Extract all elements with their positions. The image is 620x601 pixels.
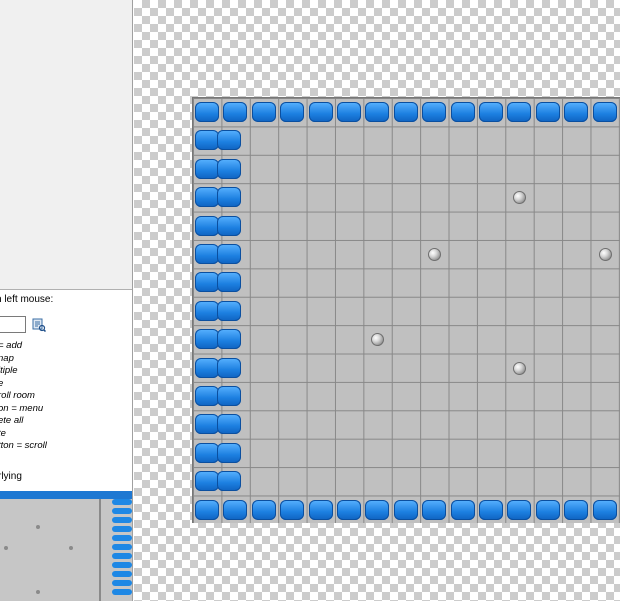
- wall-tile[interactable]: [308, 102, 333, 122]
- wall-tile[interactable]: [195, 386, 219, 406]
- wall-tile[interactable]: [535, 102, 560, 122]
- left-panel: n left mouse: = add nap ltiple e roll ro…: [0, 0, 133, 601]
- ball[interactable]: [428, 248, 442, 261]
- wall-tile[interactable]: [217, 244, 241, 264]
- wall-tile[interactable]: [217, 300, 241, 321]
- wall-tile[interactable]: [564, 499, 589, 520]
- wall-tile[interactable]: [195, 357, 219, 378]
- wall-tile[interactable]: [217, 215, 241, 236]
- wall-tile[interactable]: [507, 499, 532, 520]
- wall-tile[interactable]: [217, 187, 241, 208]
- instruction-item: nap: [0, 352, 14, 364]
- wall-tile[interactable]: [195, 442, 219, 463]
- wall-tile[interactable]: [217, 158, 241, 179]
- instruction-item: tton = scroll: [0, 440, 47, 451]
- wall-tile[interactable]: [195, 130, 219, 151]
- wall-tile[interactable]: [251, 102, 276, 122]
- wall-tile[interactable]: [217, 471, 241, 492]
- instruction-item: ltiple: [0, 365, 18, 376]
- wall-tile[interactable]: [217, 272, 241, 293]
- wall-tile[interactable]: [393, 102, 418, 122]
- instruction-item: te: [0, 427, 6, 439]
- preview-ball: [4, 546, 8, 550]
- wall-tile[interactable]: [195, 244, 219, 264]
- wall-tile[interactable]: [195, 499, 219, 520]
- wall-tile[interactable]: [450, 102, 475, 122]
- wall-tile[interactable]: [479, 102, 503, 122]
- room-grid[interactable]: [192, 97, 620, 523]
- preview-right-wall: [112, 499, 132, 601]
- room-preview-thumbnail[interactable]: [0, 491, 132, 601]
- list-search-icon[interactable]: [32, 318, 46, 332]
- wall-tile[interactable]: [280, 499, 305, 520]
- wall-tile[interactable]: [479, 499, 503, 520]
- instruction-list: = add nap ltiple e roll room on = menu e…: [0, 340, 47, 453]
- instructions-footer: rlying: [0, 471, 22, 482]
- wall-tile[interactable]: [223, 102, 248, 122]
- instruction-item: ete all: [0, 415, 24, 426]
- wall-tile[interactable]: [337, 102, 361, 122]
- ball[interactable]: [371, 333, 385, 347]
- preview-ball: [36, 525, 40, 529]
- wall-tile[interactable]: [507, 102, 532, 122]
- wall-tile[interactable]: [195, 215, 219, 236]
- instruction-item: on = menu: [0, 402, 44, 414]
- instruction-item: = add: [0, 340, 23, 351]
- wall-tile[interactable]: [365, 499, 390, 520]
- wall-tile[interactable]: [535, 499, 560, 520]
- wall-tile[interactable]: [592, 102, 617, 122]
- wall-tile[interactable]: [308, 499, 333, 520]
- tool-palette-area[interactable]: [0, 0, 132, 290]
- wall-tile[interactable]: [195, 158, 219, 179]
- editor-canvas[interactable]: [134, 0, 620, 601]
- wall-tile[interactable]: [217, 386, 241, 406]
- wall-tile[interactable]: [217, 442, 241, 463]
- ball[interactable]: [598, 248, 612, 261]
- preview-divider: [99, 499, 101, 601]
- wall-tile[interactable]: [195, 414, 219, 435]
- wall-tile[interactable]: [337, 499, 361, 520]
- preview-top-wall: [0, 491, 132, 499]
- instruction-item: roll room: [0, 390, 35, 401]
- wall-tile[interactable]: [251, 499, 276, 520]
- value-input[interactable]: [0, 316, 26, 333]
- wall-tile[interactable]: [195, 102, 219, 122]
- wall-tile[interactable]: [592, 499, 617, 520]
- preview-ball: [36, 590, 40, 594]
- ball[interactable]: [513, 361, 527, 375]
- wall-tile[interactable]: [195, 300, 219, 321]
- ball[interactable]: [513, 191, 527, 205]
- wall-tile[interactable]: [422, 499, 447, 520]
- wall-tile[interactable]: [195, 187, 219, 208]
- wall-tile[interactable]: [195, 471, 219, 492]
- wall-tile[interactable]: [217, 329, 241, 350]
- preview-ball: [69, 546, 73, 550]
- wall-tile[interactable]: [280, 102, 305, 122]
- wall-tile[interactable]: [223, 499, 248, 520]
- wall-tile[interactable]: [217, 414, 241, 435]
- instructions-panel: n left mouse: = add nap ltiple e roll ro…: [0, 290, 132, 488]
- wall-tile[interactable]: [195, 329, 219, 350]
- wall-tile[interactable]: [195, 272, 219, 293]
- wall-tile[interactable]: [564, 102, 589, 122]
- wall-tile[interactable]: [450, 499, 475, 520]
- wall-tile[interactable]: [393, 499, 418, 520]
- wall-tile[interactable]: [365, 102, 390, 122]
- wall-tile[interactable]: [422, 102, 447, 122]
- instructions-heading: n left mouse:: [0, 294, 54, 305]
- wall-tile[interactable]: [217, 130, 241, 151]
- wall-tile[interactable]: [217, 357, 241, 378]
- instruction-item: e: [0, 378, 47, 391]
